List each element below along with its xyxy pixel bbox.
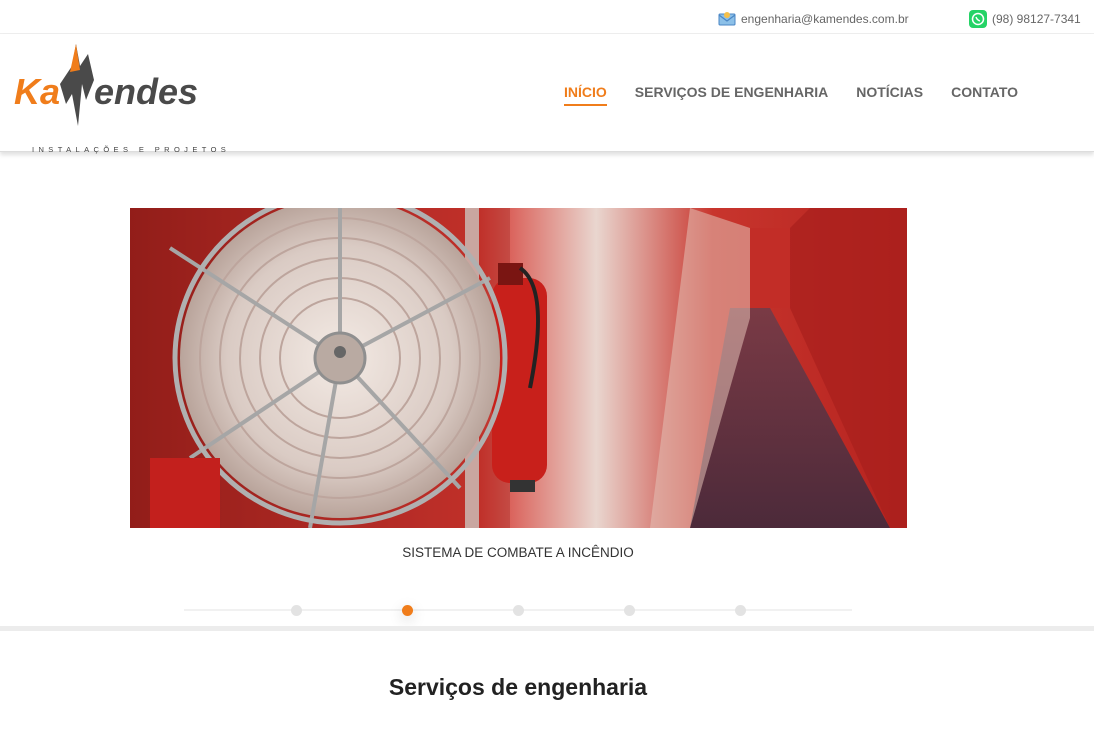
- phone-text[interactable]: (98) 98127-7341: [992, 12, 1081, 26]
- slide-caption: SISTEMA DE COMBATE A INCÊNDIO: [402, 545, 634, 560]
- nav-item-noticias[interactable]: NOTÍCIAS: [856, 84, 923, 106]
- logo-tagline: INSTALAÇÕES E PROJETOS: [32, 145, 231, 154]
- slider-dot-3[interactable]: [513, 605, 524, 616]
- slider-dot-5[interactable]: [735, 605, 746, 616]
- phone-contact[interactable]: (98) 98127-7341: [969, 10, 1081, 28]
- nav-item-servicos[interactable]: SERVIÇOS DE ENGENHARIA: [635, 84, 828, 106]
- top-contact-bar: engenharia@kamendes.com.br (98) 98127-73…: [0, 0, 1094, 34]
- slider-dot-1[interactable]: [291, 605, 302, 616]
- slider-dot-2[interactable]: [402, 605, 413, 616]
- svg-text:endes: endes: [94, 71, 198, 112]
- site-header: Ka endes INSTALAÇÕES E PROJETOS INÍCIO S…: [0, 34, 1094, 154]
- whatsapp-icon: [969, 10, 987, 28]
- nav-item-contato[interactable]: CONTATO: [951, 84, 1018, 106]
- email-text[interactable]: engenharia@kamendes.com.br: [741, 12, 909, 26]
- email-icon: [718, 10, 736, 28]
- main-nav: INÍCIO SERVIÇOS DE ENGENHARIA NOTÍCIAS C…: [564, 84, 1046, 106]
- company-logo[interactable]: Ka endes INSTALAÇÕES E PROJETOS: [14, 44, 226, 154]
- slider-dot-4[interactable]: [624, 605, 635, 616]
- section-divider: [0, 626, 1094, 631]
- nav-item-inicio[interactable]: INÍCIO: [564, 84, 607, 106]
- svg-text:Ka: Ka: [14, 71, 60, 112]
- email-contact[interactable]: engenharia@kamendes.com.br: [718, 10, 909, 28]
- hero-slide-image[interactable]: [130, 208, 907, 528]
- section-title: Serviços de engenharia: [388, 674, 648, 700]
